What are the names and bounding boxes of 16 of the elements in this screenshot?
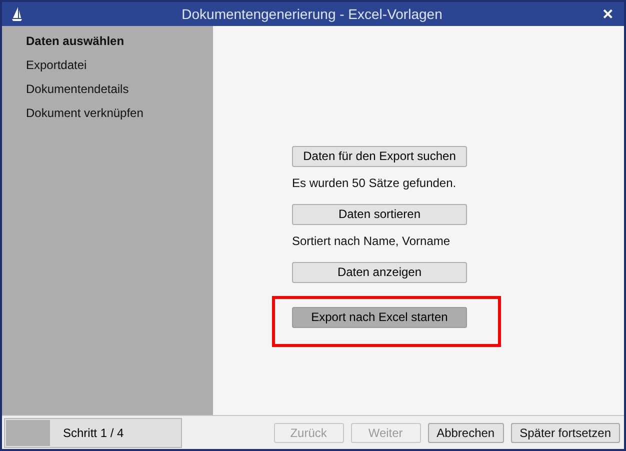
sailboat-icon <box>12 7 22 21</box>
action-button[interactable]: Daten anzeigen <box>292 262 467 282</box>
window-title: Dokumentengenerierung - Excel-Vorlagen <box>180 4 444 24</box>
action-button[interactable]: Daten sortieren <box>292 204 467 224</box>
footer-button[interactable]: Später fortsetzen <box>510 422 620 442</box>
close-button[interactable]: ✕ <box>602 7 614 21</box>
sidebar-item[interactable]: Dokument verknüpfen <box>26 104 213 122</box>
status-text: Es wurden 50 Sätze gefunden. <box>292 175 456 192</box>
footer-button[interactable]: Abbrechen <box>428 422 504 442</box>
action-button[interactable]: Export nach Excel starten <box>292 306 467 328</box>
status-text: Sortiert nach Name, Vorname <box>292 233 450 250</box>
sidebar-item[interactable]: Dokumentendetails <box>26 80 213 98</box>
sidebar-item[interactable]: Daten auswählen <box>26 32 213 50</box>
sidebar-item[interactable]: Exportdatei <box>26 56 213 74</box>
step-label: Schritt 1 / 4 <box>63 424 124 442</box>
action-button[interactable]: Daten für den Export suchen <box>292 146 467 166</box>
